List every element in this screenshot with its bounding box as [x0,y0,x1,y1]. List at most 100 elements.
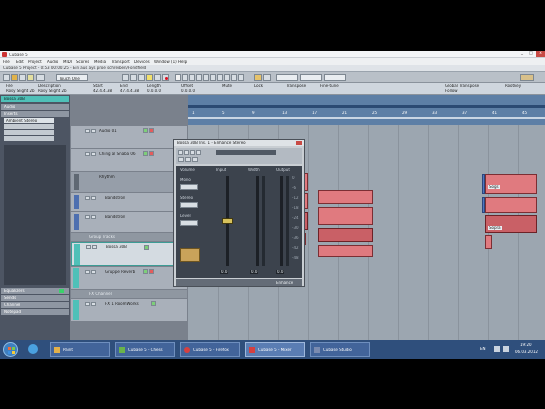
forward-button[interactable] [130,74,137,81]
taskbar-task-active[interactable]: Cubase 5 - Mixer [245,342,305,357]
read-automation-button[interactable] [143,151,148,156]
rewind-button[interactable] [122,74,129,81]
track-name[interactable]: Bossa 30B [106,245,127,249]
mute-button[interactable] [85,152,90,156]
object-select-tool[interactable] [175,74,181,81]
taskbar-task[interactable]: Cubase Studio [310,342,370,357]
automation-mode-select[interactable]: Touch One [56,74,88,81]
play-button[interactable] [154,74,161,81]
inspector-section-notepad[interactable]: Notepad [1,309,69,315]
menu-file[interactable]: File [3,60,10,64]
inspector-empty-slot[interactable] [4,124,54,129]
audio-event-blue[interactable] [482,197,485,213]
automation-button[interactable] [36,74,45,81]
read-automation-button[interactable] [144,245,149,250]
menu-window[interactable]: Window (1) [154,60,177,64]
track-name[interactable]: Bandstron [105,196,125,200]
menu-audio[interactable]: Audio [47,60,58,64]
plugin-write-button[interactable] [196,150,201,155]
grid-type-select[interactable] [300,74,322,81]
track-name[interactable]: Ching al Snaba 06 [99,152,136,156]
taskbar-task[interactable]: Paint [50,342,110,357]
audio-event[interactable] [318,245,373,257]
close-button[interactable]: x [536,51,545,57]
read-automation-button[interactable] [143,269,148,274]
track-row[interactable]: FX Channel [71,290,187,298]
track-name[interactable]: Bandstron [105,215,125,219]
menu-edit[interactable]: Edit [16,60,24,64]
width-fader-track[interactable] [256,176,259,266]
plugin-read-button[interactable] [190,150,195,155]
taskbar-task[interactable]: Cubase 5 - Firefox [180,342,240,357]
track-name[interactable]: Audio 01 [99,129,117,133]
audio-event-blue[interactable] [482,174,485,194]
solo-tool-button[interactable] [19,74,26,81]
track-row[interactable]: Bandstron [71,193,187,211]
color-tool[interactable] [238,74,244,81]
info-value-file[interactable]: Rosy Slight 2b [6,89,35,93]
track-name[interactable]: Group Tracks [89,235,115,239]
clock-date[interactable]: 06.03.2012 [515,350,538,354]
track-row[interactable]: Audio 01 [71,126,187,148]
info-value-global-transpose[interactable]: Follow [445,89,458,93]
info-value-start[interactable]: 42.4.4.38 [93,89,112,93]
track-name[interactable]: FX 1 RoomWorks [105,302,139,306]
autoscroll-button[interactable] [254,74,262,81]
input-fader-handle[interactable] [222,218,233,224]
volume-icon[interactable] [494,346,500,352]
stop-button[interactable] [146,74,153,81]
menu-devices[interactable]: Devices [134,60,150,64]
track-row[interactable]: Gruppe Reverb [71,267,187,289]
solo-button[interactable] [91,196,96,200]
plugin-bypass-button[interactable] [184,150,189,155]
menu-project[interactable]: Project [28,60,42,64]
preset-display[interactable] [180,248,200,262]
plugin-power-button[interactable] [178,150,183,155]
plugin-close-icon[interactable] [296,141,302,145]
snap-type-select[interactable] [276,74,298,81]
mute-button[interactable] [85,302,90,306]
mute-button[interactable] [85,270,90,274]
menu-transport[interactable]: Transport [111,60,130,64]
mute-tool-button[interactable] [11,74,18,81]
glue-tool[interactable] [196,74,202,81]
audio-event[interactable] [318,228,373,242]
plugin-compare-button[interactable] [178,157,184,162]
audio-event[interactable] [485,235,492,249]
audio-event[interactable] [318,190,373,204]
track-name[interactable]: Gruppe Reverb [105,270,135,274]
minimize-button[interactable]: _ [518,51,526,57]
inspector-header[interactable]: Bossa 30B [1,96,69,102]
taskbar-task[interactable]: Cubase 5 - Chess [115,342,175,357]
solo-button[interactable] [91,152,96,156]
info-value-length[interactable]: 0.0.0.0 [147,89,161,93]
inspector-section-equalizers[interactable]: Equalizers [1,288,69,294]
mute-tool[interactable] [217,74,223,81]
inspector-empty-slot[interactable] [4,136,54,141]
menu-midi[interactable]: MIDI [63,60,72,64]
track-row[interactable]: Rhythm [71,172,187,192]
play-tool[interactable] [231,74,237,81]
range-tool[interactable] [182,74,188,81]
solo-button[interactable] [91,215,96,219]
solo-button[interactable] [91,129,96,133]
audio-event[interactable]: Sogs [485,174,537,194]
write-automation-button[interactable] [149,151,154,156]
plugin-preset-field[interactable] [216,150,276,155]
info-value-offset[interactable]: 0.0.0.0 [181,89,195,93]
plugin-title-bar[interactable]: Bossa 30B Ins. 1 - Enhance Stereo [174,140,304,146]
solo-button[interactable] [91,302,96,306]
track-row[interactable]: Group Tracks [71,233,187,241]
menu-media[interactable]: Media [94,60,106,64]
quantize-select[interactable] [324,74,346,81]
plugin-save-button[interactable] [185,157,191,162]
track-name[interactable]: FX Channel [89,292,112,296]
split-tool[interactable] [189,74,195,81]
info-value-end[interactable]: 47.4.4.38 [120,89,139,93]
track-name[interactable]: Rhythm [99,175,115,179]
output-fader-track[interactable] [280,176,283,266]
start-button[interactable] [3,342,18,357]
read-automation-button[interactable] [151,301,156,306]
color-select[interactable] [520,74,534,81]
solo-button[interactable] [92,245,97,249]
